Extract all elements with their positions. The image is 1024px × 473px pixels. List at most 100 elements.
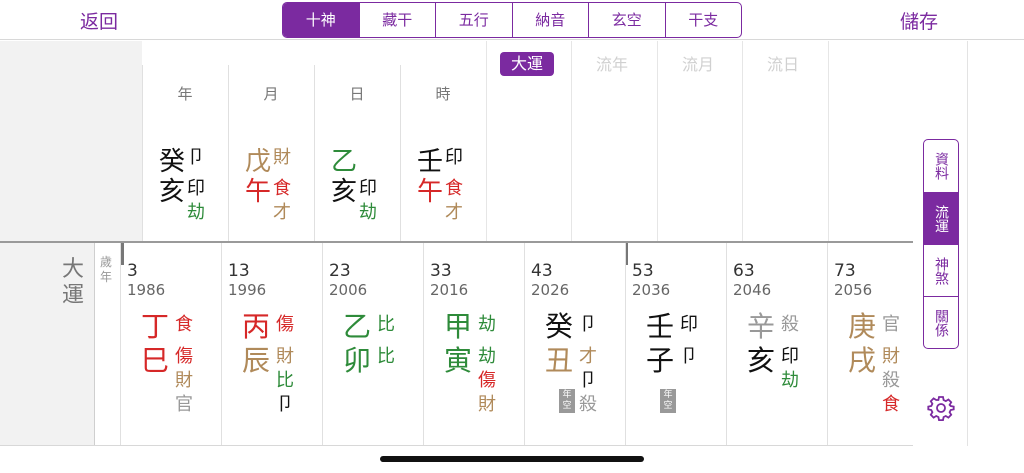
tab-xuankong[interactable]: 玄空 [588,3,665,37]
decade-branch-god: 傷 [175,346,193,367]
dayun-header-badge[interactable]: 大運 [500,52,554,76]
decades-title: 大運 [62,257,85,308]
side-tabs: 資料 流運 神煞 關係 [923,139,959,349]
heavenly-stem: 癸 [159,147,186,177]
decade-branch-god: 比 [276,370,294,391]
decade-year: 2026 [531,281,570,299]
side-tab-shensha[interactable]: 神煞 [924,244,958,296]
bottom-rule [0,445,913,446]
decade-branch-god: 財 [882,346,900,367]
decade-age: 23 [329,261,351,281]
heavenly-stem: 戊 [245,147,272,177]
earthly-branch: 午 [245,177,272,207]
decade-branch-god: 食 [882,394,900,415]
decade-stem: 丁 [141,310,170,343]
decade-stem-god: 食 [175,314,193,335]
decade-stem-god: 卩 [579,314,597,335]
luck-column-liuyue[interactable]: 流月 [657,41,743,242]
side-tab-info[interactable]: 資料 [924,140,958,192]
pillar-month[interactable]: 月 戊 財 午 食 才 [228,65,312,242]
tab-nayin[interactable]: 納音 [511,3,589,37]
branch-god: 才 [273,202,291,223]
save-button[interactable]: 儲存 [900,7,938,34]
decade-branch-god: 財 [175,370,193,391]
decade-age: 13 [228,261,250,281]
decade-column[interactable]: 33 2016 甲 劫 寅 劫 傷 財 [423,243,524,446]
decade-column[interactable]: 53 2036 壬 印 子 卩 年空 [625,243,726,446]
side-tab-relations[interactable]: 關係 [924,296,958,348]
decade-branch: 寅 [444,344,473,377]
decade-stem: 庚 [848,310,877,343]
natal-side-panel [0,41,142,242]
luck-column-liunian[interactable]: 流年 [571,41,657,242]
decade-year: 2016 [430,281,469,299]
natal-chart: 年 癸 卩 亥 印 劫 月 戊 財 午 食 才 日 乙 亥 印 劫 時 壬 印 … [0,41,913,242]
heavenly-stem: 乙 [331,147,358,177]
gear-icon[interactable] [927,394,955,422]
decade-column[interactable]: 73 2056 庚 官 戌 財 殺 食 [827,243,913,446]
decade-stem-god: 傷 [276,314,294,335]
luck-column-extra [828,41,914,242]
decade-branch-god: 劫 [781,370,799,391]
decade-branch: 巳 [141,344,170,377]
side-tab-luck[interactable]: 流運 [924,192,958,244]
view-tabs: 十神 藏干 五行 納音 玄空 干支 [282,2,742,38]
decade-column[interactable]: 3 1986 丁 食 巳 傷 財 官 [120,243,221,446]
pillar-label: 年 [177,85,193,103]
decade-column[interactable]: 23 2006 乙 比 卯 比 [322,243,423,446]
decade-stem: 辛 [747,310,776,343]
stem-god: 卩 [187,147,205,168]
decade-stem: 丙 [242,310,271,343]
decade-stem-god: 殺 [781,314,799,335]
stem-god: 印 [445,147,463,168]
decade-branch-god: 卩 [680,346,698,367]
decade-branch-god: 卩 [579,370,597,391]
decade-branch-god: 比 [377,346,395,367]
decade-branch-god: 才 [579,346,597,367]
decade-branch-god: 財 [478,394,496,415]
earthly-branch: 亥 [331,177,358,207]
right-rule [967,41,968,446]
decade-column[interactable]: 43 2026 癸 卩 丑 才 卩 殺 年空 [524,243,625,446]
pillar-label: 日 [349,85,365,103]
decade-stem: 癸 [545,310,574,343]
decade-stem: 壬 [646,310,675,343]
liunian-header: 流年 [596,55,629,74]
decade-branch: 丑 [545,344,574,377]
tab-shishen[interactable]: 十神 [283,3,359,37]
decade-column[interactable]: 63 2046 辛 殺 亥 印 劫 [726,243,827,446]
decade-branch-god: 殺 [579,394,597,415]
pillar-year[interactable]: 年 癸 卩 亥 印 劫 [142,65,226,242]
decade-stem: 甲 [444,310,473,343]
decade-branch-god: 劫 [478,346,496,367]
tab-wuxing[interactable]: 五行 [435,3,512,37]
decade-column[interactable]: 13 1996 丙 傷 辰 財 比 卩 [221,243,322,446]
luck-column-liuri[interactable]: 流日 [742,41,828,242]
decade-stem-god: 官 [882,314,900,335]
decade-branch-god: 官 [175,394,193,415]
decade-branch-god: 殺 [882,370,900,391]
decade-age: 3 [127,261,138,281]
back-button[interactable]: 返回 [80,7,118,34]
decade-stem: 乙 [343,310,372,343]
branch-god: 才 [445,202,463,223]
pillar-day[interactable]: 日 乙 亥 印 劫 [314,65,398,242]
decade-year: 2046 [733,281,772,299]
decade-year: 2006 [329,281,368,299]
decade-year: 1996 [228,281,267,299]
decade-stem-god: 印 [680,314,698,335]
empty-year-badge: 年空 [559,389,575,413]
pillar-hour[interactable]: 時 壬 印 午 食 才 [400,65,484,242]
decade-branch-god: 卩 [276,394,294,415]
decade-year: 2056 [834,281,873,299]
home-indicator[interactable] [380,456,644,462]
heavenly-stem: 壬 [417,147,444,177]
branch-god: 劫 [187,202,205,223]
branch-god: 印 [187,178,205,199]
tab-canggan[interactable]: 藏干 [358,3,436,37]
decade-year: 1986 [127,281,166,299]
tab-ganzhi[interactable]: 干支 [664,3,742,37]
stem-god: 財 [273,147,291,168]
decade-year: 2036 [632,281,671,299]
decade-age: 33 [430,261,452,281]
